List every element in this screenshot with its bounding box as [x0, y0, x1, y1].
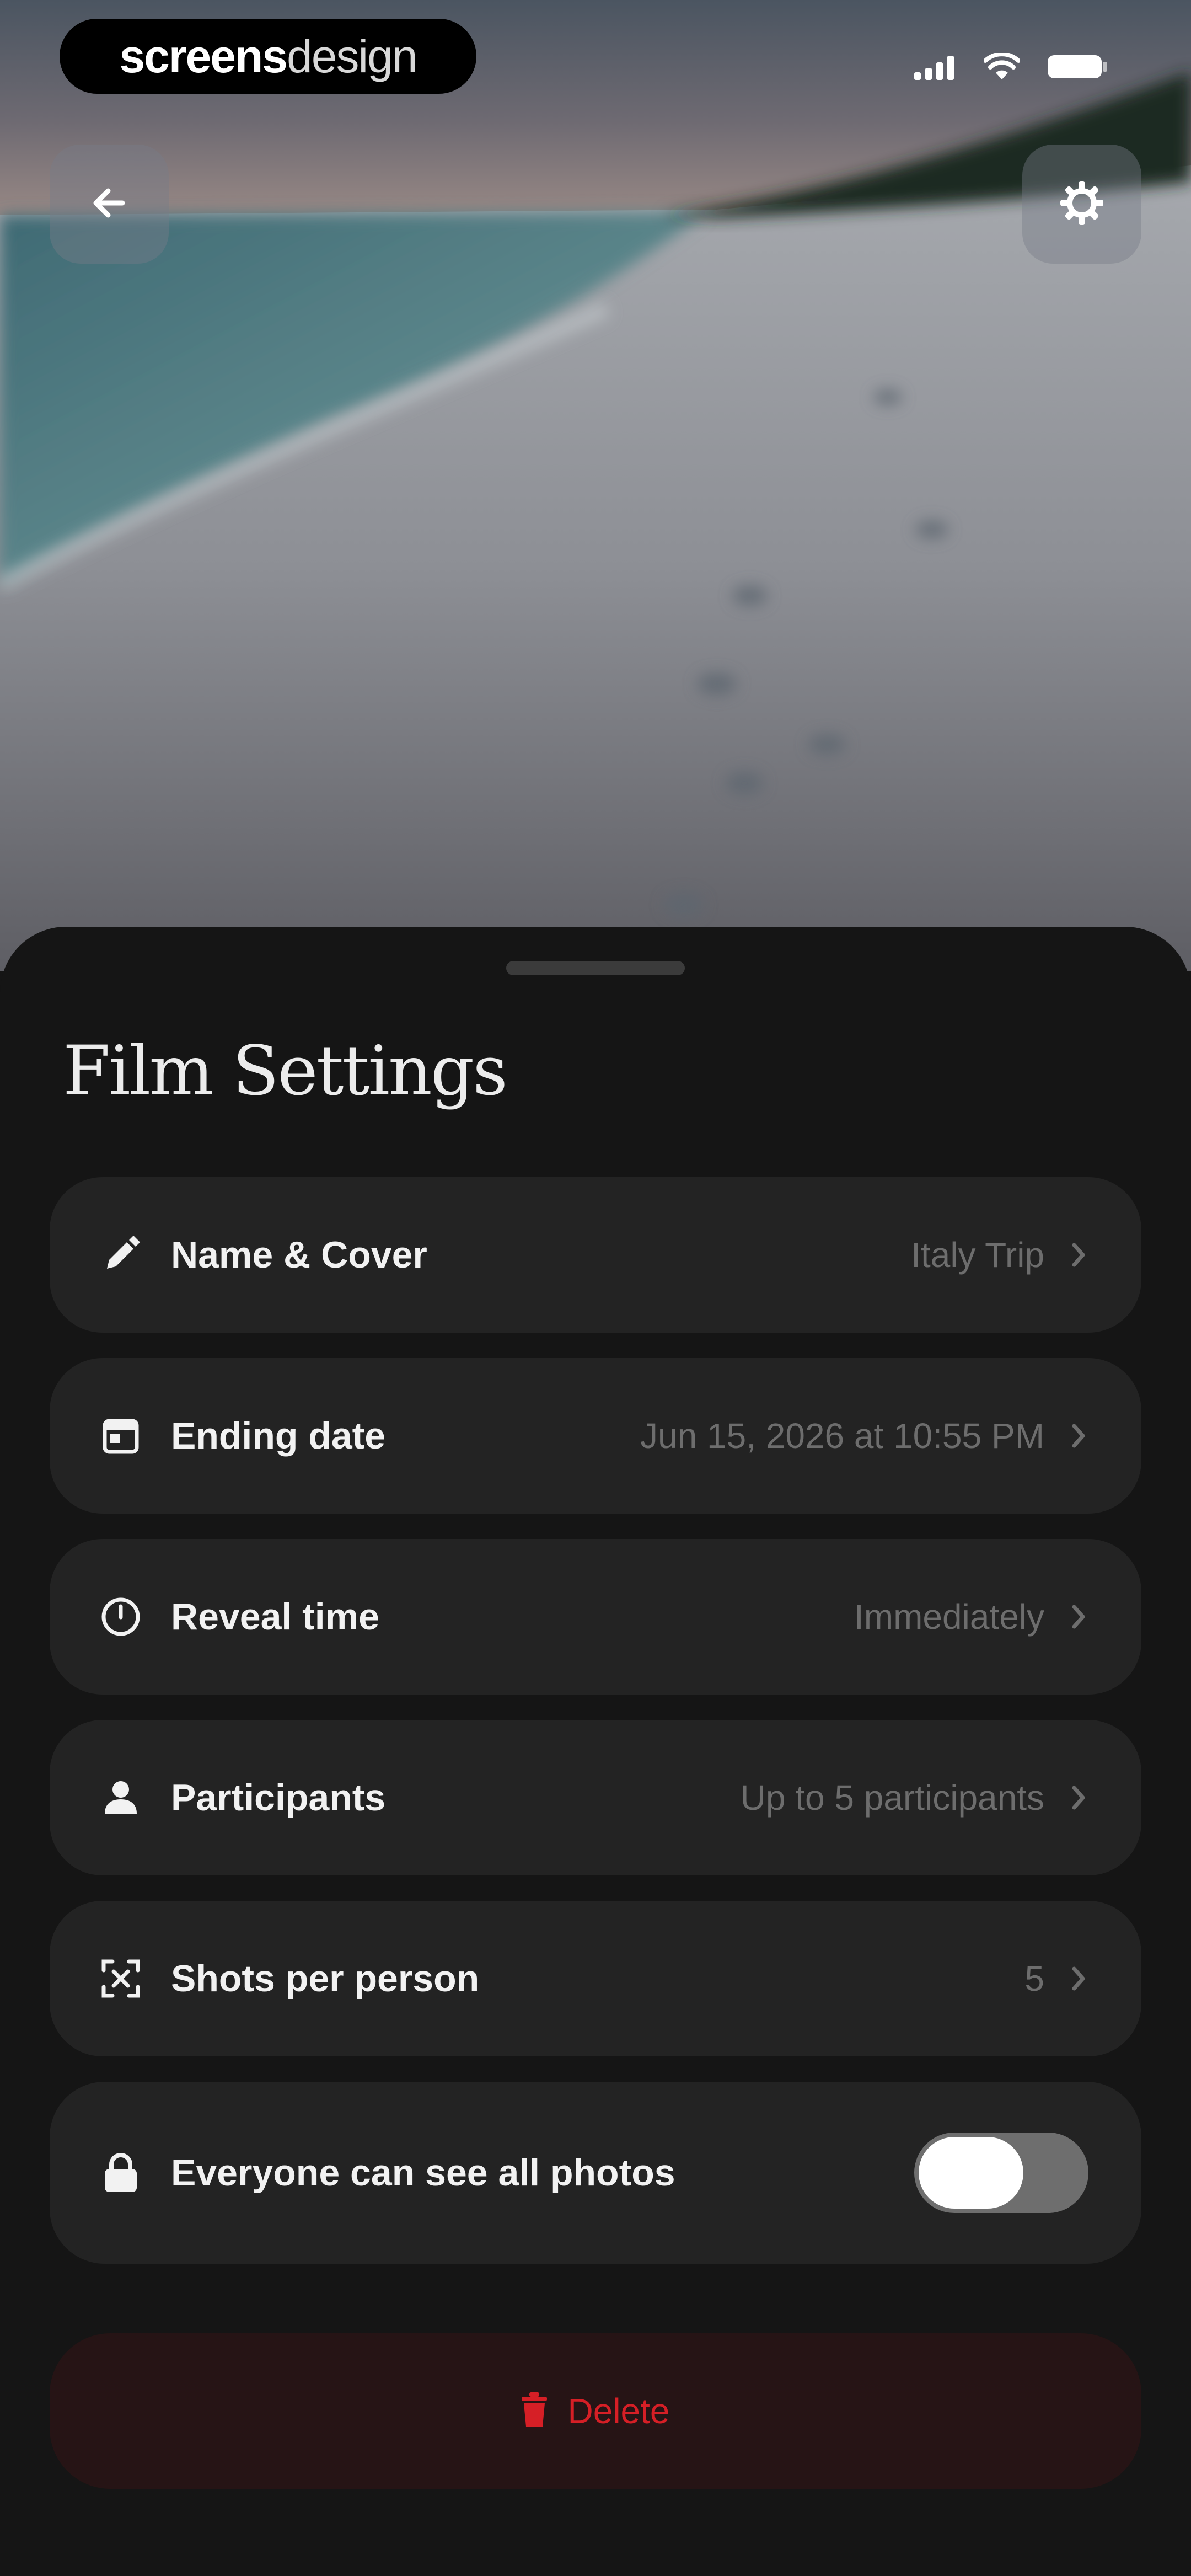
wifi-icon	[983, 52, 1021, 83]
name-cover-row[interactable]: Name & Cover Italy Trip	[50, 1177, 1141, 1333]
shots-per-person-label: Shots per person	[171, 1958, 480, 2000]
participants-label: Participants	[171, 1777, 386, 1819]
pencil-icon	[97, 1231, 144, 1279]
status-icons	[914, 52, 1108, 83]
watermark-text-strong: screens	[119, 30, 288, 82]
see-all-photos-label: Everyone can see all photos	[171, 2152, 675, 2194]
trash-icon	[521, 2392, 547, 2430]
watermark-text-light: design	[287, 30, 418, 82]
chevron-right-icon	[1069, 1601, 1088, 1632]
reveal-time-value: Immediately	[854, 1597, 1044, 1637]
toggle-knob	[919, 2137, 1023, 2209]
settings-button[interactable]	[1022, 145, 1141, 264]
see-all-photos-toggle[interactable]	[914, 2133, 1088, 2213]
chevron-right-icon	[1069, 1420, 1088, 1451]
chevron-right-icon	[1069, 1782, 1088, 1813]
film-settings-screen: screens design Film Settings Name & Cove…	[0, 0, 1191, 2576]
focus-frame-icon	[97, 1955, 144, 2002]
arrow-left-icon	[88, 182, 130, 227]
settings-sheet: Film Settings Name & Cover Italy Trip En…	[0, 927, 1191, 2576]
shots-per-person-row[interactable]: Shots per person 5	[50, 1901, 1141, 2056]
person-icon	[97, 1774, 144, 1821]
chevron-right-icon	[1069, 1239, 1088, 1270]
battery-icon	[1047, 53, 1108, 83]
chevron-right-icon	[1069, 1963, 1088, 1994]
signal-icon	[914, 54, 957, 83]
delete-button[interactable]: Delete	[50, 2333, 1141, 2489]
ending-date-row[interactable]: Ending date Jun 15, 2026 at 10:55 PM	[50, 1358, 1141, 1514]
sheet-grabber[interactable]	[506, 961, 685, 975]
clock-icon	[97, 1593, 144, 1640]
name-cover-label: Name & Cover	[171, 1234, 427, 1276]
ending-date-value: Jun 15, 2026 at 10:55 PM	[640, 1416, 1044, 1456]
calendar-icon	[97, 1412, 144, 1460]
reveal-time-row[interactable]: Reveal time Immediately	[50, 1539, 1141, 1695]
name-cover-value: Italy Trip	[911, 1235, 1044, 1275]
film-cover-photo	[0, 0, 1191, 971]
lock-icon	[97, 2149, 144, 2196]
screensdesign-watermark: screens design	[60, 19, 476, 94]
ending-date-label: Ending date	[171, 1415, 386, 1457]
sheet-title: Film Settings	[63, 1032, 508, 1111]
reveal-time-label: Reveal time	[171, 1596, 379, 1638]
shots-per-person-value: 5	[1024, 1959, 1044, 1998]
participants-value: Up to 5 participants	[740, 1778, 1044, 1818]
delete-label: Delete	[567, 2391, 670, 2431]
see-all-photos-row: Everyone can see all photos	[50, 2082, 1141, 2264]
participants-row[interactable]: Participants Up to 5 participants	[50, 1720, 1141, 1875]
gear-icon	[1058, 179, 1106, 229]
back-button[interactable]	[50, 145, 169, 264]
